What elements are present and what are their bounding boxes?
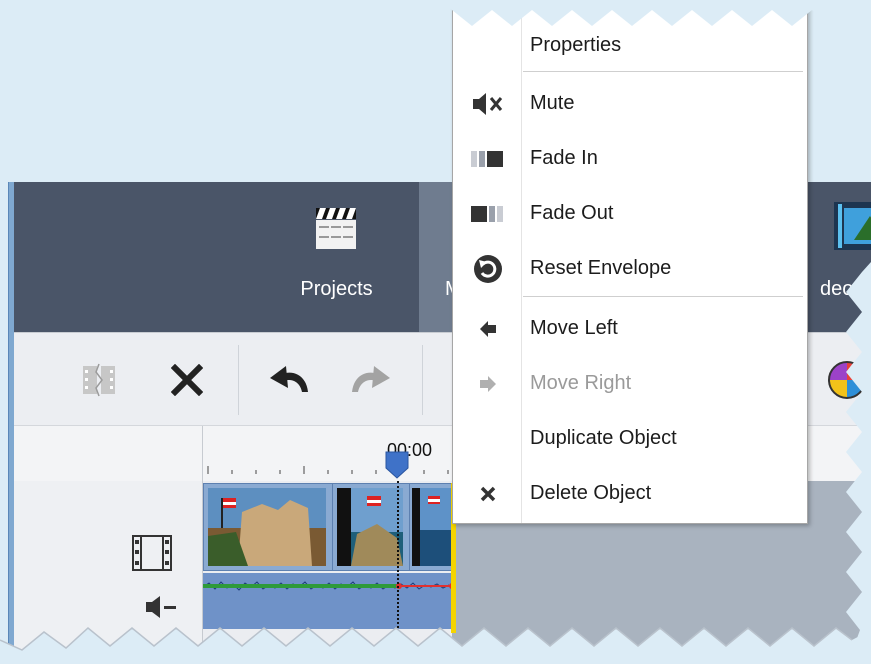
film-strip-icon bbox=[834, 202, 871, 256]
redo-button[interactable] bbox=[344, 355, 394, 405]
tab-projects[interactable]: Projects bbox=[254, 182, 419, 332]
menu-separator bbox=[523, 296, 803, 297]
menu-item-move-left[interactable]: Move Left bbox=[453, 304, 807, 354]
clapperboard-icon bbox=[316, 204, 356, 256]
color-button[interactable] bbox=[822, 355, 871, 405]
toolbar-separator bbox=[422, 345, 423, 415]
undo-button[interactable] bbox=[266, 355, 316, 405]
menu-item-fade-in[interactable]: Fade In bbox=[453, 134, 807, 184]
menu-item-label: Properties bbox=[530, 34, 622, 56]
close-icon bbox=[171, 364, 203, 396]
audio-waveform bbox=[203, 581, 452, 591]
clip-thumbnail bbox=[412, 488, 452, 566]
menu-separator bbox=[523, 71, 803, 72]
menu-item-label: Mute bbox=[530, 92, 575, 114]
move-left-icon bbox=[471, 314, 505, 344]
menu-item-label: Fade In bbox=[530, 147, 598, 169]
video-clip[interactable] bbox=[409, 483, 454, 571]
menu-item-mute[interactable]: Mute bbox=[453, 79, 807, 129]
delete-icon bbox=[471, 479, 505, 509]
menu-item-properties[interactable]: Properties bbox=[453, 21, 807, 71]
clip-thumbnail bbox=[208, 488, 326, 566]
audio-waveform-track[interactable] bbox=[203, 573, 452, 629]
menu-item-label: Move Left bbox=[530, 317, 618, 339]
context-menu: Properties Mute Fade In Fade Out Reset E… bbox=[452, 0, 808, 524]
menu-item-delete-object[interactable]: Delete Object bbox=[453, 469, 807, 519]
undo-icon bbox=[270, 366, 308, 392]
menu-item-move-right: Move Right bbox=[453, 359, 807, 409]
tab-projects-label: Projects bbox=[300, 278, 373, 300]
reset-envelope-icon bbox=[471, 254, 505, 284]
menu-item-duplicate-object[interactable]: Duplicate Object bbox=[453, 414, 807, 464]
toolbar-separator bbox=[238, 345, 239, 415]
split-clip-button[interactable] bbox=[74, 355, 124, 405]
playhead-handle[interactable] bbox=[384, 450, 410, 480]
move-right-icon bbox=[471, 369, 505, 399]
fade-out-icon bbox=[471, 199, 505, 229]
split-clip-icon bbox=[83, 363, 115, 397]
menu-item-label: Duplicate Object bbox=[530, 427, 677, 449]
color-wheel-icon bbox=[828, 361, 866, 399]
fade-in-icon bbox=[471, 144, 505, 174]
menu-item-label: Move Right bbox=[530, 372, 632, 394]
menu-item-label: Reset Envelope bbox=[530, 257, 672, 279]
menu-item-fade-out[interactable]: Fade Out bbox=[453, 189, 807, 239]
redo-icon bbox=[352, 366, 390, 392]
delete-button[interactable] bbox=[162, 355, 212, 405]
video-clip[interactable] bbox=[203, 483, 333, 571]
mute-icon bbox=[471, 89, 505, 119]
clip-thumbnail bbox=[337, 488, 403, 566]
track-header bbox=[14, 481, 203, 664]
playhead-line[interactable] bbox=[397, 481, 401, 664]
video-track-icon bbox=[132, 535, 172, 571]
audio-track-icon bbox=[146, 596, 176, 618]
tab-video-effects[interactable]: deo F bbox=[814, 182, 871, 332]
menu-item-label: Delete Object bbox=[530, 482, 652, 504]
tab-video-effects-label: deo F bbox=[820, 278, 871, 300]
menu-item-reset-envelope[interactable]: Reset Envelope bbox=[453, 244, 807, 294]
menu-item-label: Fade Out bbox=[530, 202, 614, 224]
